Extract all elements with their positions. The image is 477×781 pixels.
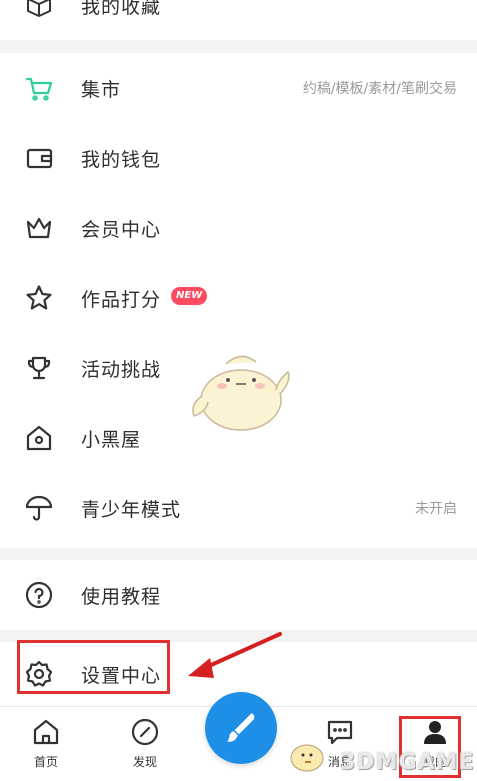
menu-item-favorites[interactable]: 我的收藏 [0, 0, 477, 40]
menu-item-market[interactable]: 集市 约稿/模板/素材/笔刷交易 [0, 53, 477, 123]
tab-home-label: 首页 [33, 755, 58, 769]
mascot-sticker-image [192, 355, 290, 431]
crown-icon [22, 211, 56, 245]
tab-discover[interactable]: 发现 [110, 707, 180, 781]
menu-item-label: 活动挑战 [81, 358, 162, 381]
menu-item-label: 我的钱包 [81, 148, 162, 171]
compass-icon [131, 718, 159, 746]
menu-item-label: 小黑屋 [81, 428, 142, 451]
menu-item-subtitle: 约稿/模板/素材/笔刷交易 [302, 81, 457, 97]
settings-highlight-box [17, 640, 170, 694]
watermark-text: 3DMGAME [340, 750, 475, 775]
pointer-arrow [188, 632, 282, 678]
trophy-icon [22, 351, 56, 385]
main-menu-group: 集市 约稿/模板/素材/笔刷交易 我的钱包 会员中心 作品打分 NEW 活动挑战… [0, 53, 477, 548]
menu-item-label: 青少年模式 [81, 498, 182, 521]
home-icon [33, 719, 59, 745]
menu-item-label: 集市 [81, 78, 122, 101]
star-icon [22, 281, 56, 315]
menu-item-label: 作品打分 [81, 288, 162, 311]
menu-item-label: 会员中心 [81, 218, 162, 241]
teen-mode-status: 未开启 [415, 501, 457, 517]
wallet-icon [22, 141, 56, 175]
cart-icon [22, 71, 56, 105]
menu-item-membership[interactable]: 会员中心 [0, 193, 477, 263]
house-icon [22, 421, 56, 455]
menu-item-rating[interactable]: 作品打分 NEW [0, 263, 477, 333]
tab-discover-label: 发现 [132, 755, 157, 769]
question-icon [22, 578, 56, 612]
cube-icon [22, 0, 56, 22]
new-badge: NEW [171, 287, 208, 305]
menu-item-teen-mode[interactable]: 青少年模式 未开启 [0, 473, 477, 543]
umbrella-icon [22, 491, 56, 525]
menu-item-wallet[interactable]: 我的钱包 [0, 123, 477, 193]
menu-item-tutorial[interactable]: 使用教程 [0, 560, 477, 630]
tab-home[interactable]: 首页 [11, 707, 81, 781]
help-menu-group: 使用教程 [0, 560, 477, 630]
brush-icon [227, 713, 255, 742]
create-button[interactable] [205, 692, 277, 764]
top-menu-group: 我的收藏 [0, 0, 477, 40]
menu-item-label: 我的收藏 [81, 0, 162, 18]
menu-item-label: 使用教程 [81, 585, 162, 608]
